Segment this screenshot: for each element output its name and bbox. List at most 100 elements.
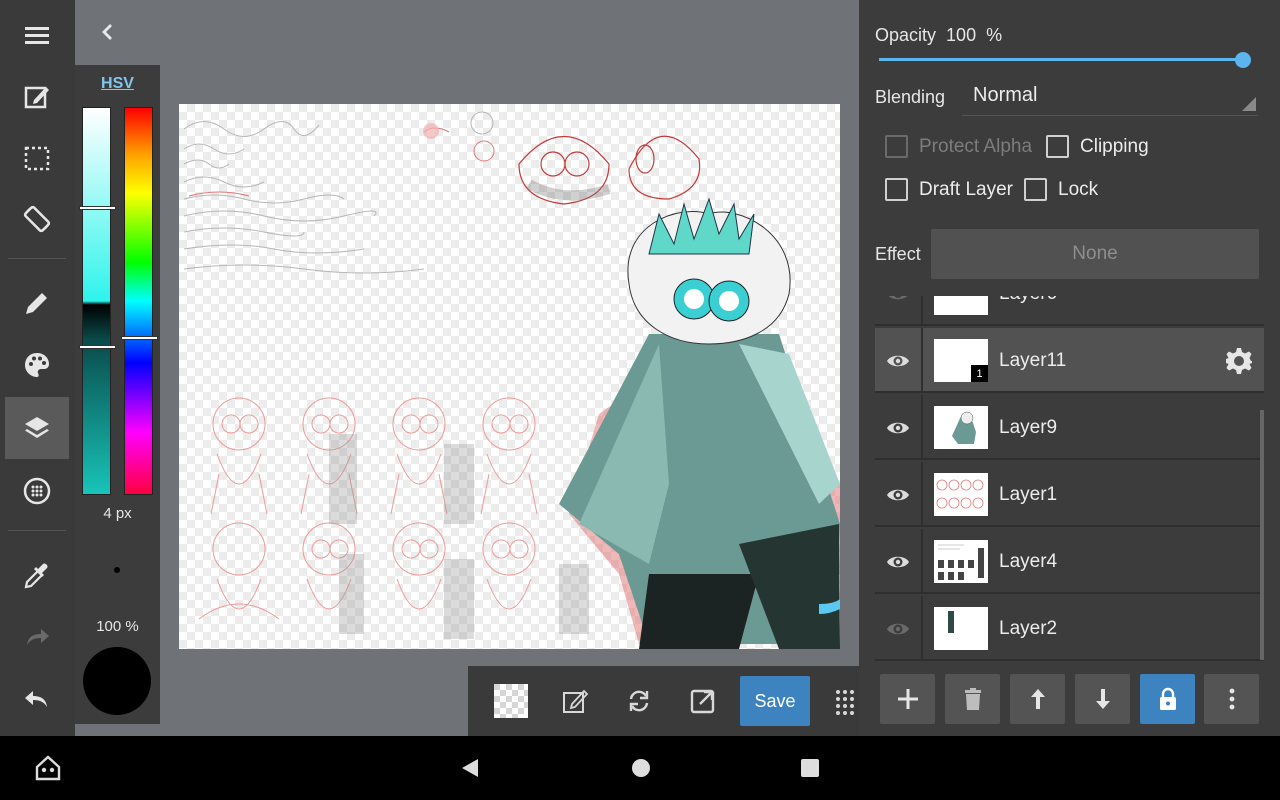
nav-recents-button[interactable] xyxy=(796,754,824,782)
canvas-edit-button[interactable] xyxy=(548,674,602,728)
app-window: HSV 4 px 100 % Save Opacity 100 % Blendi… xyxy=(0,0,1280,736)
protect-alpha-checkbox[interactable]: Protect Alpha xyxy=(885,135,1032,158)
layer-row[interactable]: Layer9 xyxy=(875,395,1264,460)
home-app-button[interactable] xyxy=(34,754,62,782)
effect-button[interactable]: None xyxy=(931,229,1259,279)
arrow-up-icon xyxy=(1030,689,1045,709)
brush-size-label[interactable]: 4 px xyxy=(75,505,160,522)
color-panel: HSV 4 px 100 % xyxy=(75,65,160,724)
edit-square-icon xyxy=(24,86,49,109)
gear-icon[interactable] xyxy=(1224,346,1254,376)
layers-tool-button[interactable] xyxy=(5,397,69,459)
visibility-toggle[interactable] xyxy=(875,529,923,594)
flip-canvas-button[interactable] xyxy=(612,674,666,728)
thumbnail-art xyxy=(936,479,984,509)
layer-row-selected[interactable]: 1 Layer11 xyxy=(875,328,1264,393)
edit-canvas-button[interactable] xyxy=(5,66,69,128)
brightness-slider-thumb[interactable] xyxy=(79,206,116,210)
layer-name: Layer2 xyxy=(999,618,1058,639)
arrow-down-icon xyxy=(1095,689,1110,709)
opacity-unit: % xyxy=(986,25,1003,45)
checkbox-box xyxy=(885,135,908,158)
layer-menu-button[interactable] xyxy=(1204,674,1259,724)
visibility-toggle[interactable] xyxy=(875,328,923,393)
layers-icon xyxy=(25,417,49,438)
brightness-slider[interactable] xyxy=(79,107,116,495)
rotate-device-icon xyxy=(23,205,51,233)
checkerboard-icon xyxy=(494,684,528,718)
left-toolbar xyxy=(0,0,75,736)
layers-list[interactable]: Layer6 1 Layer11 Layer9 xyxy=(875,296,1264,662)
layer-name: Layer11 xyxy=(999,350,1067,371)
add-layer-button[interactable] xyxy=(880,674,935,724)
eye-icon xyxy=(887,355,909,366)
layer-row[interactable]: Layer2 xyxy=(875,596,1264,661)
menu-button[interactable] xyxy=(5,4,69,66)
blending-select[interactable]: Normal xyxy=(962,80,1258,116)
lock-layer-button[interactable] xyxy=(1140,674,1195,724)
layer-name: Layer6 xyxy=(999,296,1057,305)
layer-row[interactable]: Layer6 xyxy=(875,296,1264,326)
visibility-toggle[interactable] xyxy=(875,462,923,527)
layer-row[interactable]: Layer1 xyxy=(875,462,1264,527)
visibility-toggle[interactable] xyxy=(875,395,923,460)
transform-tool-button[interactable] xyxy=(5,188,69,250)
transparent-bg-toggle[interactable] xyxy=(484,674,538,728)
hamburger-icon xyxy=(25,27,49,44)
current-color-swatch[interactable] xyxy=(83,647,151,715)
eye-icon xyxy=(887,489,909,500)
hue-slider-thumb[interactable] xyxy=(121,336,158,340)
nav-back-button[interactable] xyxy=(456,754,484,782)
move-layer-up-button[interactable] xyxy=(1010,674,1065,724)
opacity-value: 100 xyxy=(946,25,977,45)
export-button[interactable] xyxy=(676,674,730,728)
opacity-slider[interactable] xyxy=(879,58,1243,61)
layer-row[interactable]: Layer4 xyxy=(875,529,1264,594)
brush-opacity-label[interactable]: 100 % xyxy=(75,618,160,635)
eye-icon xyxy=(887,422,909,433)
undo-button[interactable] xyxy=(5,669,69,731)
thumbnail-art xyxy=(948,611,954,633)
eyedropper-button[interactable] xyxy=(5,545,69,607)
more-vertical-icon xyxy=(1229,688,1234,710)
pen-tool-button[interactable] xyxy=(5,272,69,334)
palette-icon xyxy=(25,353,49,377)
draft-layer-label: Draft Layer xyxy=(919,178,1013,200)
clipping-checkbox[interactable]: Clipping xyxy=(1046,135,1149,158)
visibility-toggle[interactable] xyxy=(875,596,923,661)
checkbox-box xyxy=(885,178,908,201)
lock-icon xyxy=(1159,687,1176,710)
visibility-toggle[interactable] xyxy=(875,296,923,326)
artwork xyxy=(183,111,840,649)
color-tool-button[interactable] xyxy=(5,334,69,396)
marquee-select-icon xyxy=(24,146,50,171)
layer-thumbnail xyxy=(934,406,988,449)
lock-checkbox[interactable]: Lock xyxy=(1024,178,1098,201)
nav-home-button[interactable] xyxy=(627,754,655,782)
drawing-canvas[interactable] xyxy=(179,104,840,649)
materials-button[interactable] xyxy=(5,460,69,522)
save-button[interactable]: Save xyxy=(740,676,810,726)
layer-name: Layer4 xyxy=(999,551,1058,572)
undo-icon xyxy=(25,691,47,707)
pencil-icon xyxy=(26,293,47,314)
selection-tool-button[interactable] xyxy=(5,127,69,189)
opacity-slider-thumb[interactable] xyxy=(1235,52,1251,68)
delete-layer-button[interactable] xyxy=(945,674,1000,724)
trash-icon xyxy=(964,688,981,710)
layer-properties-panel: Opacity 100 % Blending Normal Protect Al… xyxy=(859,0,1280,736)
layer-thumbnail: 1 xyxy=(934,339,988,382)
move-layer-down-button[interactable] xyxy=(1075,674,1130,724)
hsv-tab[interactable]: HSV xyxy=(75,75,160,93)
hue-slider[interactable] xyxy=(121,107,158,495)
redo-button[interactable] xyxy=(5,607,69,669)
dotted-circle-icon xyxy=(23,477,51,505)
open-external-icon xyxy=(690,689,715,714)
layer-thumbnail xyxy=(934,607,988,650)
layers-scrollbar[interactable] xyxy=(1260,410,1264,660)
eye-icon xyxy=(887,623,909,634)
back-button[interactable] xyxy=(94,18,122,46)
draft-layer-checkbox[interactable]: Draft Layer xyxy=(885,178,1013,201)
brush-preview-dot xyxy=(114,567,120,573)
saturation-slider-thumb[interactable] xyxy=(79,345,116,349)
